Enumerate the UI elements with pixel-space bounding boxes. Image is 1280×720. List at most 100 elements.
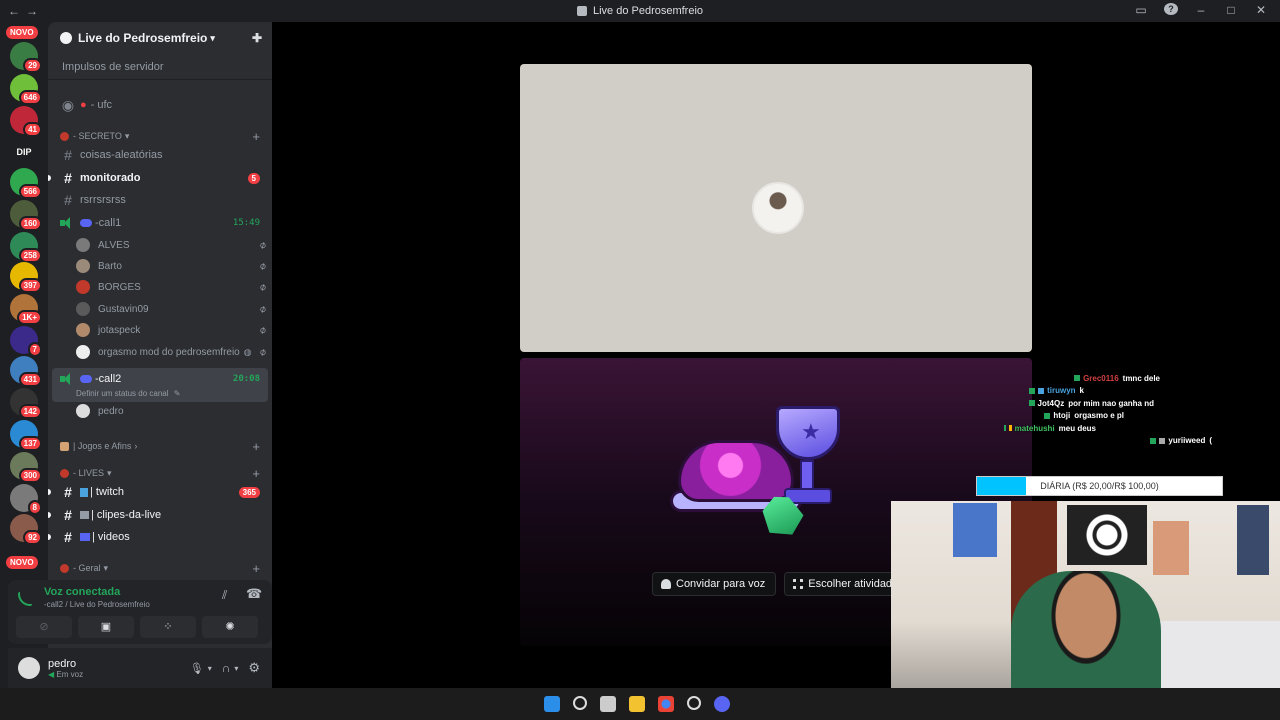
server-icon[interactable]: 29 [10,42,42,73]
channel-label: rsrrsrsrss [80,194,126,206]
voice-user[interactable]: Gustavin09 ⌀ [76,299,268,319]
voice-channel-call1[interactable]: -call1 15:49 [52,212,268,234]
category-emoji-icon [60,131,69,141]
badge-icon [1029,387,1036,394]
minimize-button[interactable]: – [1194,3,1208,17]
server-icon[interactable]: 7 [10,326,42,357]
server-icon[interactable]: 258 [10,232,42,263]
channel-coisas-aleatorias[interactable]: # coisas-aleatórias [52,144,268,166]
microphone-icon[interactable]: 🎙 [190,662,204,675]
server-icon[interactable]: 566 [10,168,42,199]
avatar [76,323,90,337]
server-icon-dip[interactable]: DIP [10,138,38,166]
create-channel-icon[interactable]: + [252,466,260,481]
channel-rsrrsrsrss[interactable]: # rsrrsrsrss [52,189,268,211]
server-icon[interactable]: 646 [10,74,42,105]
screen-share-button[interactable]: ▣ [78,616,134,638]
server-boost-link[interactable]: Impulsos de servidor [48,54,272,80]
stage-icon: ◉ [61,96,75,113]
close-button[interactable]: ✕ [1254,3,1268,17]
server-icon[interactable]: 397 [10,262,42,293]
channel-clipes-da-live[interactable]: # | clipes-da-live [48,504,268,526]
channel-monitorado[interactable]: # monitorado 5 [48,167,268,189]
chat-text: por mim nao ganha nd [1068,398,1154,408]
soundboard-button[interactable]: ✺ [202,616,258,638]
server-icon[interactable]: 1K+ [10,294,42,325]
voice-user[interactable]: ALVES ⌀ [76,235,268,255]
channel-label: -call2 [95,373,122,385]
channel-ufc[interactable]: ◉ ● - ufc [52,94,268,116]
server-header[interactable]: Live do Pedrosemfreio ▾ ✚ [48,22,272,54]
voice-user[interactable]: pedro [76,401,266,421]
noise-suppression-icon[interactable]: ⫽ [222,588,227,603]
user-info[interactable]: pedro ◀ Em voz [48,658,83,679]
chat-nick: htoji [1053,411,1071,421]
search-icon[interactable] [573,696,587,710]
headphones-icon[interactable]: ∩ [222,661,231,675]
chevron-down-icon[interactable]: ▾ [208,664,212,673]
activities-button[interactable]: ⁘ [140,616,196,638]
server-icon[interactable]: 41 [10,106,42,137]
maximize-button[interactable]: □ [1224,3,1238,17]
help-icon[interactable]: ? [1164,3,1178,15]
trophy-icon: ★ [776,406,840,460]
task-view-icon[interactable] [600,696,616,712]
category-jogos[interactable]: | Jogos e Afins › + [52,436,268,456]
disconnect-icon[interactable]: ☎ [246,586,262,602]
channel-videos[interactable]: # | videos [48,526,268,548]
add-member-icon[interactable]: ✚ [252,31,262,45]
server-icon[interactable]: 431 [10,356,42,387]
channel-status-prompt[interactable]: Definir um status do canal ✎ [76,389,180,398]
start-icon[interactable] [544,696,560,712]
chevron-down-icon: ▾ [107,467,112,478]
channel-sidebar: Live do Pedrosemfreio ▾ ✚ Impulsos de se… [8,22,272,688]
chevron-down-icon[interactable]: ▾ [234,664,238,673]
server-icon[interactable]: 137 [10,420,42,451]
signal-icon [18,592,32,606]
voice-user[interactable]: jotaspeck ⌀ [76,320,269,340]
file-explorer-icon[interactable] [629,696,645,712]
inbox-icon[interactable]: ▭ [1134,3,1148,17]
deafened-icon: ⌀ [257,323,269,337]
channel-label: - ufc [90,99,113,111]
voice-user[interactable]: BORGES ⌀ [76,277,268,297]
create-channel-icon[interactable]: + [252,439,260,454]
mention-badge: 300 [18,468,42,483]
create-channel-icon[interactable]: + [252,129,260,144]
server-name: Live do Pedrosemfreio [78,31,208,45]
participant-tile[interactable] [520,64,1032,352]
invite-to-voice-button[interactable]: Convidar para voz [652,572,777,596]
camera-toggle-button[interactable]: ⊘ [16,616,72,638]
category-emoji-icon [60,468,69,478]
server-icon[interactable]: 8 [10,484,42,515]
chrome-icon[interactable] [658,696,674,712]
voice-location[interactable]: -call2 / Live do Pedrosemfreio [44,600,150,609]
category-geral[interactable]: - Geral ▾ + [52,558,268,578]
avatar[interactable] [18,657,40,679]
mention-badge: 41 [23,122,42,137]
voice-user-name: pedro [98,405,124,417]
gamepad-icon [80,219,92,227]
channel-label: coisas-aleatórias [80,149,163,161]
voice-channel-call2[interactable]: -call2 20:08 [52,370,268,388]
create-channel-icon[interactable]: + [252,561,260,576]
nav-arrows-icon[interactable]: ←→ [8,4,44,18]
voice-user[interactable]: orgasmo mod do pedrosemfreio ◍ ⌀ [76,342,268,362]
category-lives[interactable]: - LIVES ▾ + [52,463,268,483]
server-title-icon [576,6,587,16]
server-icon[interactable]: 300 [10,452,42,483]
gear-icon[interactable]: ⚙ [248,660,260,676]
voice-user[interactable]: Barto ⌀ [76,256,268,276]
discord-icon[interactable] [714,696,730,712]
category-secreto[interactable]: - SECRETO ▾ + [52,126,268,146]
server-icon[interactable]: 160 [10,200,42,231]
chat-message: htoji orgasmo e pl [1004,410,1244,423]
server-icon[interactable]: 142 [10,388,42,419]
app-icon[interactable] [687,696,701,710]
status-label: Definir um status do canal [76,389,169,398]
voice-channel-call2-selected[interactable]: -call2 20:08 Definir um status do canal … [52,368,268,402]
channel-twitch[interactable]: # | twitch 365 [48,481,268,503]
server-icon[interactable]: 92 [10,514,42,545]
video-emoji-icon [80,533,90,541]
chevron-down-icon: ▾ [103,562,109,573]
